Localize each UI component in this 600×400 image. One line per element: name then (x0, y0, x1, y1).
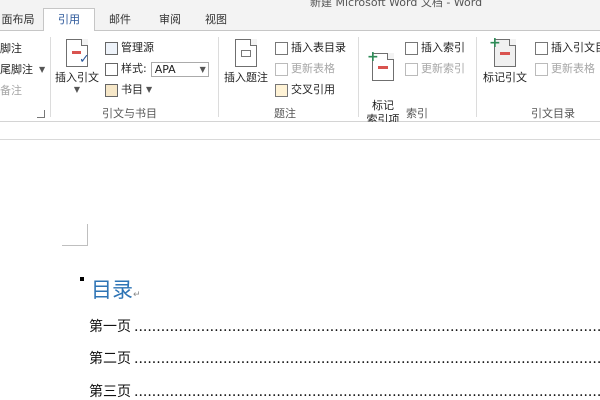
bibliography-label: 书目 (121, 83, 143, 96)
tab-mailings[interactable]: 邮件 (100, 9, 140, 30)
tab-references[interactable]: 引用 (43, 8, 95, 31)
ribbon: 脚注 尾脚注 ▼ 备注 ✓ 插入引文 ▼ 管理源 样式: APA ▼ 书目 ▼ … (0, 30, 600, 126)
insert-table-of-authorities-button[interactable]: 插入引文目 (535, 40, 600, 56)
manage-sources-label: 管理源 (121, 41, 154, 54)
insert-index-icon (405, 41, 418, 55)
next-footnote-button[interactable]: 尾脚注 ▼ (0, 62, 45, 78)
style-icon (105, 62, 118, 76)
insert-citation-button[interactable]: ✓ 插入引文 ▼ (53, 39, 101, 94)
captions-group-label: 题注 (274, 107, 296, 120)
citation-style-select[interactable]: APA ▼ (150, 61, 209, 77)
chevron-down-icon: ▼ (146, 85, 153, 94)
dialog-launcher-icon[interactable] (37, 110, 45, 118)
insert-index-button[interactable]: 插入索引 (405, 40, 465, 56)
group-divider (476, 37, 477, 117)
paragraph-mark-icon: ↵ (133, 290, 141, 300)
plus-icon: + (489, 35, 501, 51)
table-of-authorities-icon (535, 41, 548, 55)
toc-entry-text: 第二页 (89, 351, 131, 367)
bibliography-icon (105, 83, 118, 97)
chevron-down-icon: ▼ (73, 85, 81, 94)
mark-entry-icon: + (367, 50, 394, 81)
update-authorities-table-label: 更新表格 (551, 62, 595, 75)
toc-entry[interactable]: 第二页.....................................… (89, 348, 600, 368)
insert-caption-icon (235, 39, 257, 67)
insert-caption-button[interactable]: 插入题注 (222, 39, 270, 85)
show-notes-button[interactable]: 备注 (0, 83, 22, 99)
ribbon-tab-bar: 新建 Microsoft Word 文档 - Word 面布局 引用 邮件 审阅… (0, 0, 600, 31)
image-icon (241, 50, 251, 57)
citation-style-row: 样式: APA ▼ (105, 61, 209, 77)
update-table-icon (535, 62, 548, 76)
toc-entry[interactable]: 第三页.....................................… (89, 381, 600, 400)
paragraph-bullet-icon (80, 277, 84, 281)
toc-leader: ........................................… (134, 384, 600, 400)
insert-footnote-button[interactable]: 脚注 (0, 41, 22, 57)
manage-sources-button[interactable]: 管理源 (105, 40, 154, 56)
mark-entry-button[interactable]: + 标记 索引项 (362, 39, 404, 127)
table-of-figures-icon (275, 41, 288, 55)
entry-mark-icon (378, 66, 388, 69)
insert-citation-icon: ✓ (66, 39, 90, 67)
mark-citation-label: 标记引文 (483, 71, 527, 84)
insert-caption-label: 插入题注 (224, 71, 268, 84)
plus-icon: + (367, 49, 379, 65)
citation-style-value: APA (154, 62, 176, 76)
cross-reference-label: 交叉引用 (291, 83, 335, 96)
update-index-label: 更新索引 (421, 62, 465, 75)
next-footnote-label: 尾脚注 (0, 63, 33, 76)
insert-index-label: 插入索引 (421, 41, 465, 54)
update-table-label: 更新表格 (291, 62, 335, 75)
cross-reference-button[interactable]: 交叉引用 (275, 82, 335, 98)
group-divider (50, 37, 51, 117)
tab-review[interactable]: 审阅 (150, 9, 190, 30)
toc-entry-text: 第三页 (89, 384, 131, 400)
group-divider (358, 37, 359, 117)
chevron-down-icon: ▼ (199, 64, 206, 74)
insert-table-of-authorities-label: 插入引文目 (551, 41, 600, 54)
cross-reference-icon (275, 83, 288, 97)
update-table-button[interactable]: 更新表格 (275, 61, 335, 77)
update-index-icon (405, 62, 418, 76)
insert-table-of-figures-button[interactable]: 插入表目录 (275, 40, 346, 56)
update-index-button[interactable]: 更新索引 (405, 61, 465, 77)
insert-table-of-figures-label: 插入表目录 (291, 41, 346, 54)
toc-heading-text: 目录 (91, 278, 133, 302)
bibliography-button[interactable]: 书目 ▼ (105, 82, 152, 98)
window-title: 新建 Microsoft Word 文档 - Word (310, 0, 483, 9)
manage-sources-icon (105, 41, 118, 55)
toc-leader: ........................................… (134, 319, 600, 335)
style-label: 样式: (121, 62, 147, 75)
mark-citation-button[interactable]: + 标记引文 (481, 36, 529, 85)
citations-group-label: 引文与书目 (102, 107, 157, 120)
citation-mark-icon (500, 52, 510, 55)
table-of-authorities-group-label: 引文目录 (531, 107, 575, 120)
update-authorities-table-button[interactable]: 更新表格 (535, 61, 595, 77)
tab-view[interactable]: 视图 (196, 9, 236, 30)
toc-entry[interactable]: 第一页.....................................… (89, 316, 600, 336)
tab-page-layout[interactable]: 面布局 (0, 9, 36, 30)
page-top-border (0, 139, 600, 140)
index-group-label: 索引 (406, 107, 428, 120)
check-icon: ✓ (79, 52, 90, 67)
toc-leader: ........................................… (134, 351, 600, 367)
document-area[interactable]: 目录↵ 第一页.................................… (0, 122, 600, 400)
toc-entry-text: 第一页 (89, 319, 131, 335)
word-window: 新建 Microsoft Word 文档 - Word 面布局 引用 邮件 审阅… (0, 0, 600, 400)
toc-heading[interactable]: 目录↵ (91, 274, 141, 304)
text-boundary-marker (62, 224, 88, 246)
update-table-icon (275, 62, 288, 76)
mark-citation-icon: + (489, 36, 516, 67)
insert-citation-label: 插入引文 (55, 71, 99, 84)
chevron-down-icon: ▼ (39, 65, 46, 74)
group-divider (218, 37, 219, 117)
